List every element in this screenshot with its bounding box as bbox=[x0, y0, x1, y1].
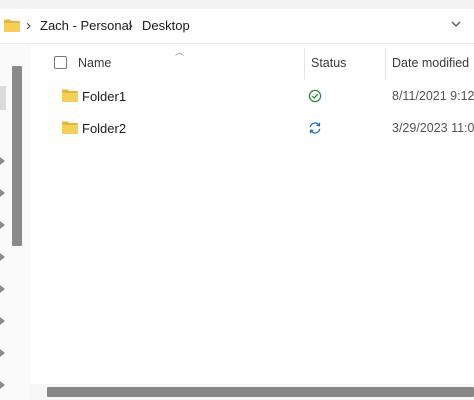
sort-ascending-icon: ︿ bbox=[175, 47, 185, 57]
folder-icon bbox=[62, 121, 78, 139]
breadcrumb-desktop[interactable]: Desktop bbox=[142, 18, 190, 33]
chevron-right-icon[interactable]: › bbox=[128, 17, 133, 34]
window-top-strip bbox=[0, 0, 474, 9]
file-date-modified: 3/29/2023 11:0 bbox=[392, 121, 474, 135]
file-row-folder2[interactable]: Folder2 3/29/2023 11:0 bbox=[30, 113, 474, 145]
expand-arrow-icon[interactable] bbox=[0, 221, 5, 229]
expand-arrow-icon[interactable] bbox=[0, 349, 5, 357]
synced-check-icon bbox=[308, 89, 322, 108]
expand-arrow-icon[interactable] bbox=[0, 189, 5, 197]
expand-arrow-icon[interactable] bbox=[0, 285, 5, 293]
file-date-modified: 8/11/2021 9:12 bbox=[392, 89, 474, 103]
file-name: Folder2 bbox=[82, 121, 127, 136]
nav-selected-indicator bbox=[0, 86, 6, 110]
address-bar[interactable]: › Zach - Personal › Desktop bbox=[0, 9, 474, 44]
expand-arrow-icon[interactable] bbox=[0, 317, 5, 325]
sync-pending-icon bbox=[308, 121, 322, 140]
expand-arrow-icon[interactable] bbox=[0, 253, 5, 261]
select-all-checkbox[interactable] bbox=[54, 56, 67, 69]
expand-arrow-icon[interactable] bbox=[0, 157, 5, 165]
column-status-header[interactable]: Status bbox=[311, 56, 346, 70]
file-row-folder1[interactable]: Folder1 8/11/2021 9:12 bbox=[30, 81, 474, 113]
chevron-down-icon[interactable] bbox=[450, 17, 462, 35]
column-date-modified-header[interactable]: Date modified bbox=[392, 56, 469, 70]
file-name: Folder1 bbox=[82, 89, 127, 104]
column-header: ︿ Name Status Date modified bbox=[30, 44, 474, 80]
column-name-header[interactable]: Name bbox=[78, 56, 111, 70]
folder-icon bbox=[62, 89, 78, 107]
breadcrumb-zach-personal[interactable]: Zach - Personal bbox=[40, 18, 132, 33]
horizontal-scrollbar-thumb[interactable] bbox=[47, 387, 474, 397]
expand-arrow-icon[interactable] bbox=[0, 381, 5, 389]
navigation-scrollbar[interactable] bbox=[12, 66, 22, 246]
column-divider[interactable] bbox=[304, 48, 305, 80]
folder-icon bbox=[4, 19, 20, 37]
chevron-right-icon[interactable]: › bbox=[26, 17, 31, 34]
column-divider[interactable] bbox=[385, 48, 386, 80]
